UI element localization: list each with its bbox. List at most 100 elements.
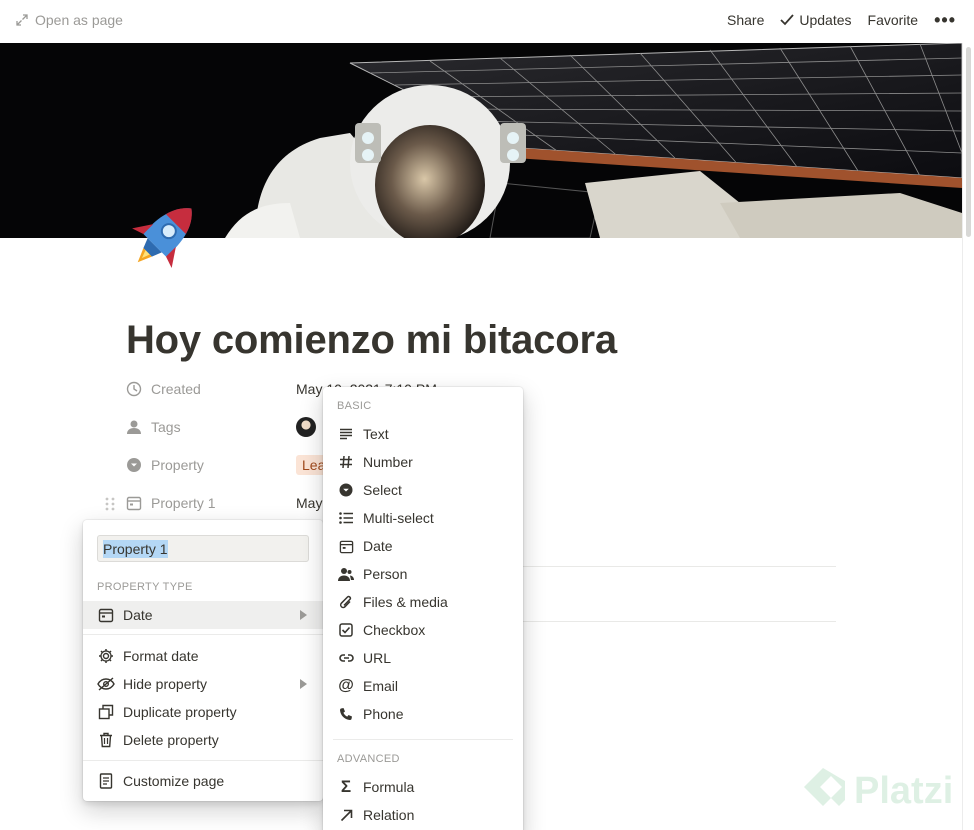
top-bar: Open as page Share Updates Favorite •••	[0, 0, 974, 43]
more-dots-icon: •••	[934, 10, 956, 30]
select-circle-icon	[337, 481, 355, 499]
type-label: Number	[363, 454, 413, 470]
type-label: Date	[363, 538, 393, 554]
more-options-button[interactable]: •••	[934, 10, 956, 30]
arrow-up-right-icon	[337, 806, 355, 824]
checkbox-icon	[337, 621, 355, 639]
platzi-watermark: Platzi	[800, 766, 953, 816]
submenu-arrow-icon	[300, 610, 307, 620]
expand-arrow-icon	[16, 14, 28, 26]
avatar	[296, 417, 316, 437]
at-sign-icon: @	[338, 677, 354, 694]
delete-property-label: Delete property	[123, 732, 219, 748]
menu-divider	[83, 634, 323, 635]
property-name: Property 1	[151, 495, 216, 511]
type-relation-item[interactable]: Relation	[323, 801, 523, 829]
type-text-item[interactable]: Text	[323, 420, 523, 448]
type-label: Checkbox	[363, 622, 426, 638]
property-name-input[interactable]: Property 1	[97, 535, 309, 562]
share-button[interactable]: Share	[727, 12, 764, 28]
content-divider	[523, 566, 836, 567]
updates-button[interactable]: Updates	[780, 12, 852, 28]
type-phone-item[interactable]: Phone	[323, 700, 523, 728]
scrollbar-thumb[interactable]	[966, 47, 971, 237]
menu-divider	[83, 760, 323, 761]
select-icon	[127, 458, 141, 472]
customize-page-label: Customize page	[123, 773, 225, 789]
type-label: Multi-select	[363, 510, 434, 526]
people-icon	[337, 565, 355, 583]
sigma-icon: Σ	[340, 777, 352, 796]
drag-handle-icon[interactable]	[104, 496, 116, 512]
phone-icon	[337, 705, 355, 723]
menu-divider	[333, 739, 513, 740]
type-url-item[interactable]: URL	[323, 644, 523, 672]
format-date-label: Format date	[123, 648, 199, 664]
delete-property-item[interactable]: Delete property	[83, 726, 323, 754]
watermark-text: Platzi	[854, 769, 954, 812]
property-edit-menu: Property 1 PROPERTY TYPE Date Format dat…	[83, 520, 323, 801]
hash-icon	[337, 453, 355, 471]
hide-property-label: Hide property	[123, 676, 208, 692]
duplicate-property-label: Duplicate property	[123, 704, 237, 720]
type-date-item[interactable]: Date	[323, 532, 523, 560]
type-multiselect-item[interactable]: Multi-select	[323, 504, 523, 532]
rocket-icon	[132, 208, 192, 268]
type-label: Email	[363, 678, 399, 694]
type-email-item[interactable]: @ Email	[323, 672, 523, 700]
type-label: Phone	[363, 706, 404, 722]
date-value: May	[296, 495, 323, 511]
open-as-page-link[interactable]: Open as page	[16, 12, 123, 28]
property-label: Tags	[126, 419, 296, 435]
duplicate-property-item[interactable]: Duplicate property	[83, 698, 323, 726]
type-number-item[interactable]: Number	[323, 448, 523, 476]
link-icon	[337, 649, 355, 667]
customize-page-item[interactable]: Customize page	[83, 767, 323, 795]
clock-icon	[126, 381, 142, 397]
trash-icon	[97, 731, 115, 749]
calendar-icon	[337, 537, 355, 555]
hide-property-item[interactable]: Hide property	[83, 670, 323, 698]
property-value[interactable]: May	[296, 495, 322, 511]
list-icon	[337, 509, 355, 527]
page-icon[interactable]	[126, 196, 206, 274]
favorite-button[interactable]: Favorite	[868, 12, 919, 28]
type-files-item[interactable]: Files & media	[323, 588, 523, 616]
open-as-page-label: Open as page	[35, 12, 123, 28]
property-name: Property	[151, 457, 204, 473]
advanced-heading: ADVANCED	[337, 753, 400, 765]
page-scrollbar[interactable]	[962, 43, 974, 830]
content-divider	[523, 621, 836, 622]
page-icon	[97, 772, 115, 790]
property-type-menu: BASIC Text Number Select Multi-select Da…	[323, 387, 523, 830]
property-label: Property 1	[126, 495, 296, 511]
property-label: Property	[126, 457, 296, 473]
type-label: Files & media	[363, 594, 448, 610]
property-name-input-value: Property 1	[103, 539, 168, 558]
type-select-item[interactable]: Select	[323, 476, 523, 504]
type-checkbox-item[interactable]: Checkbox	[323, 616, 523, 644]
person-icon	[127, 420, 141, 434]
calendar-icon	[126, 496, 142, 511]
type-label: Text	[363, 426, 389, 442]
property-name: Tags	[151, 419, 181, 435]
type-label: Select	[363, 482, 402, 498]
submenu-arrow-icon	[300, 679, 307, 689]
type-label: Relation	[363, 807, 415, 823]
type-formula-item[interactable]: Σ Formula	[323, 773, 523, 801]
eye-slash-icon	[97, 675, 115, 693]
favorite-label: Favorite	[867, 12, 919, 28]
share-label: Share	[727, 12, 765, 28]
check-icon	[780, 14, 795, 26]
basic-heading: BASIC	[337, 400, 372, 412]
format-date-item[interactable]: Format date	[83, 642, 323, 670]
property-label: Created	[126, 381, 296, 397]
property-name: Created	[151, 381, 201, 397]
property-type-date-item[interactable]: Date	[83, 601, 323, 629]
type-label: Person	[363, 566, 408, 582]
platzi-logo-icon	[804, 768, 845, 806]
type-label: Formula	[363, 779, 415, 795]
type-person-item[interactable]: Person	[323, 560, 523, 588]
paperclip-icon	[337, 593, 355, 611]
page-title[interactable]: Hoy comienzo mi bitacora	[126, 318, 617, 363]
